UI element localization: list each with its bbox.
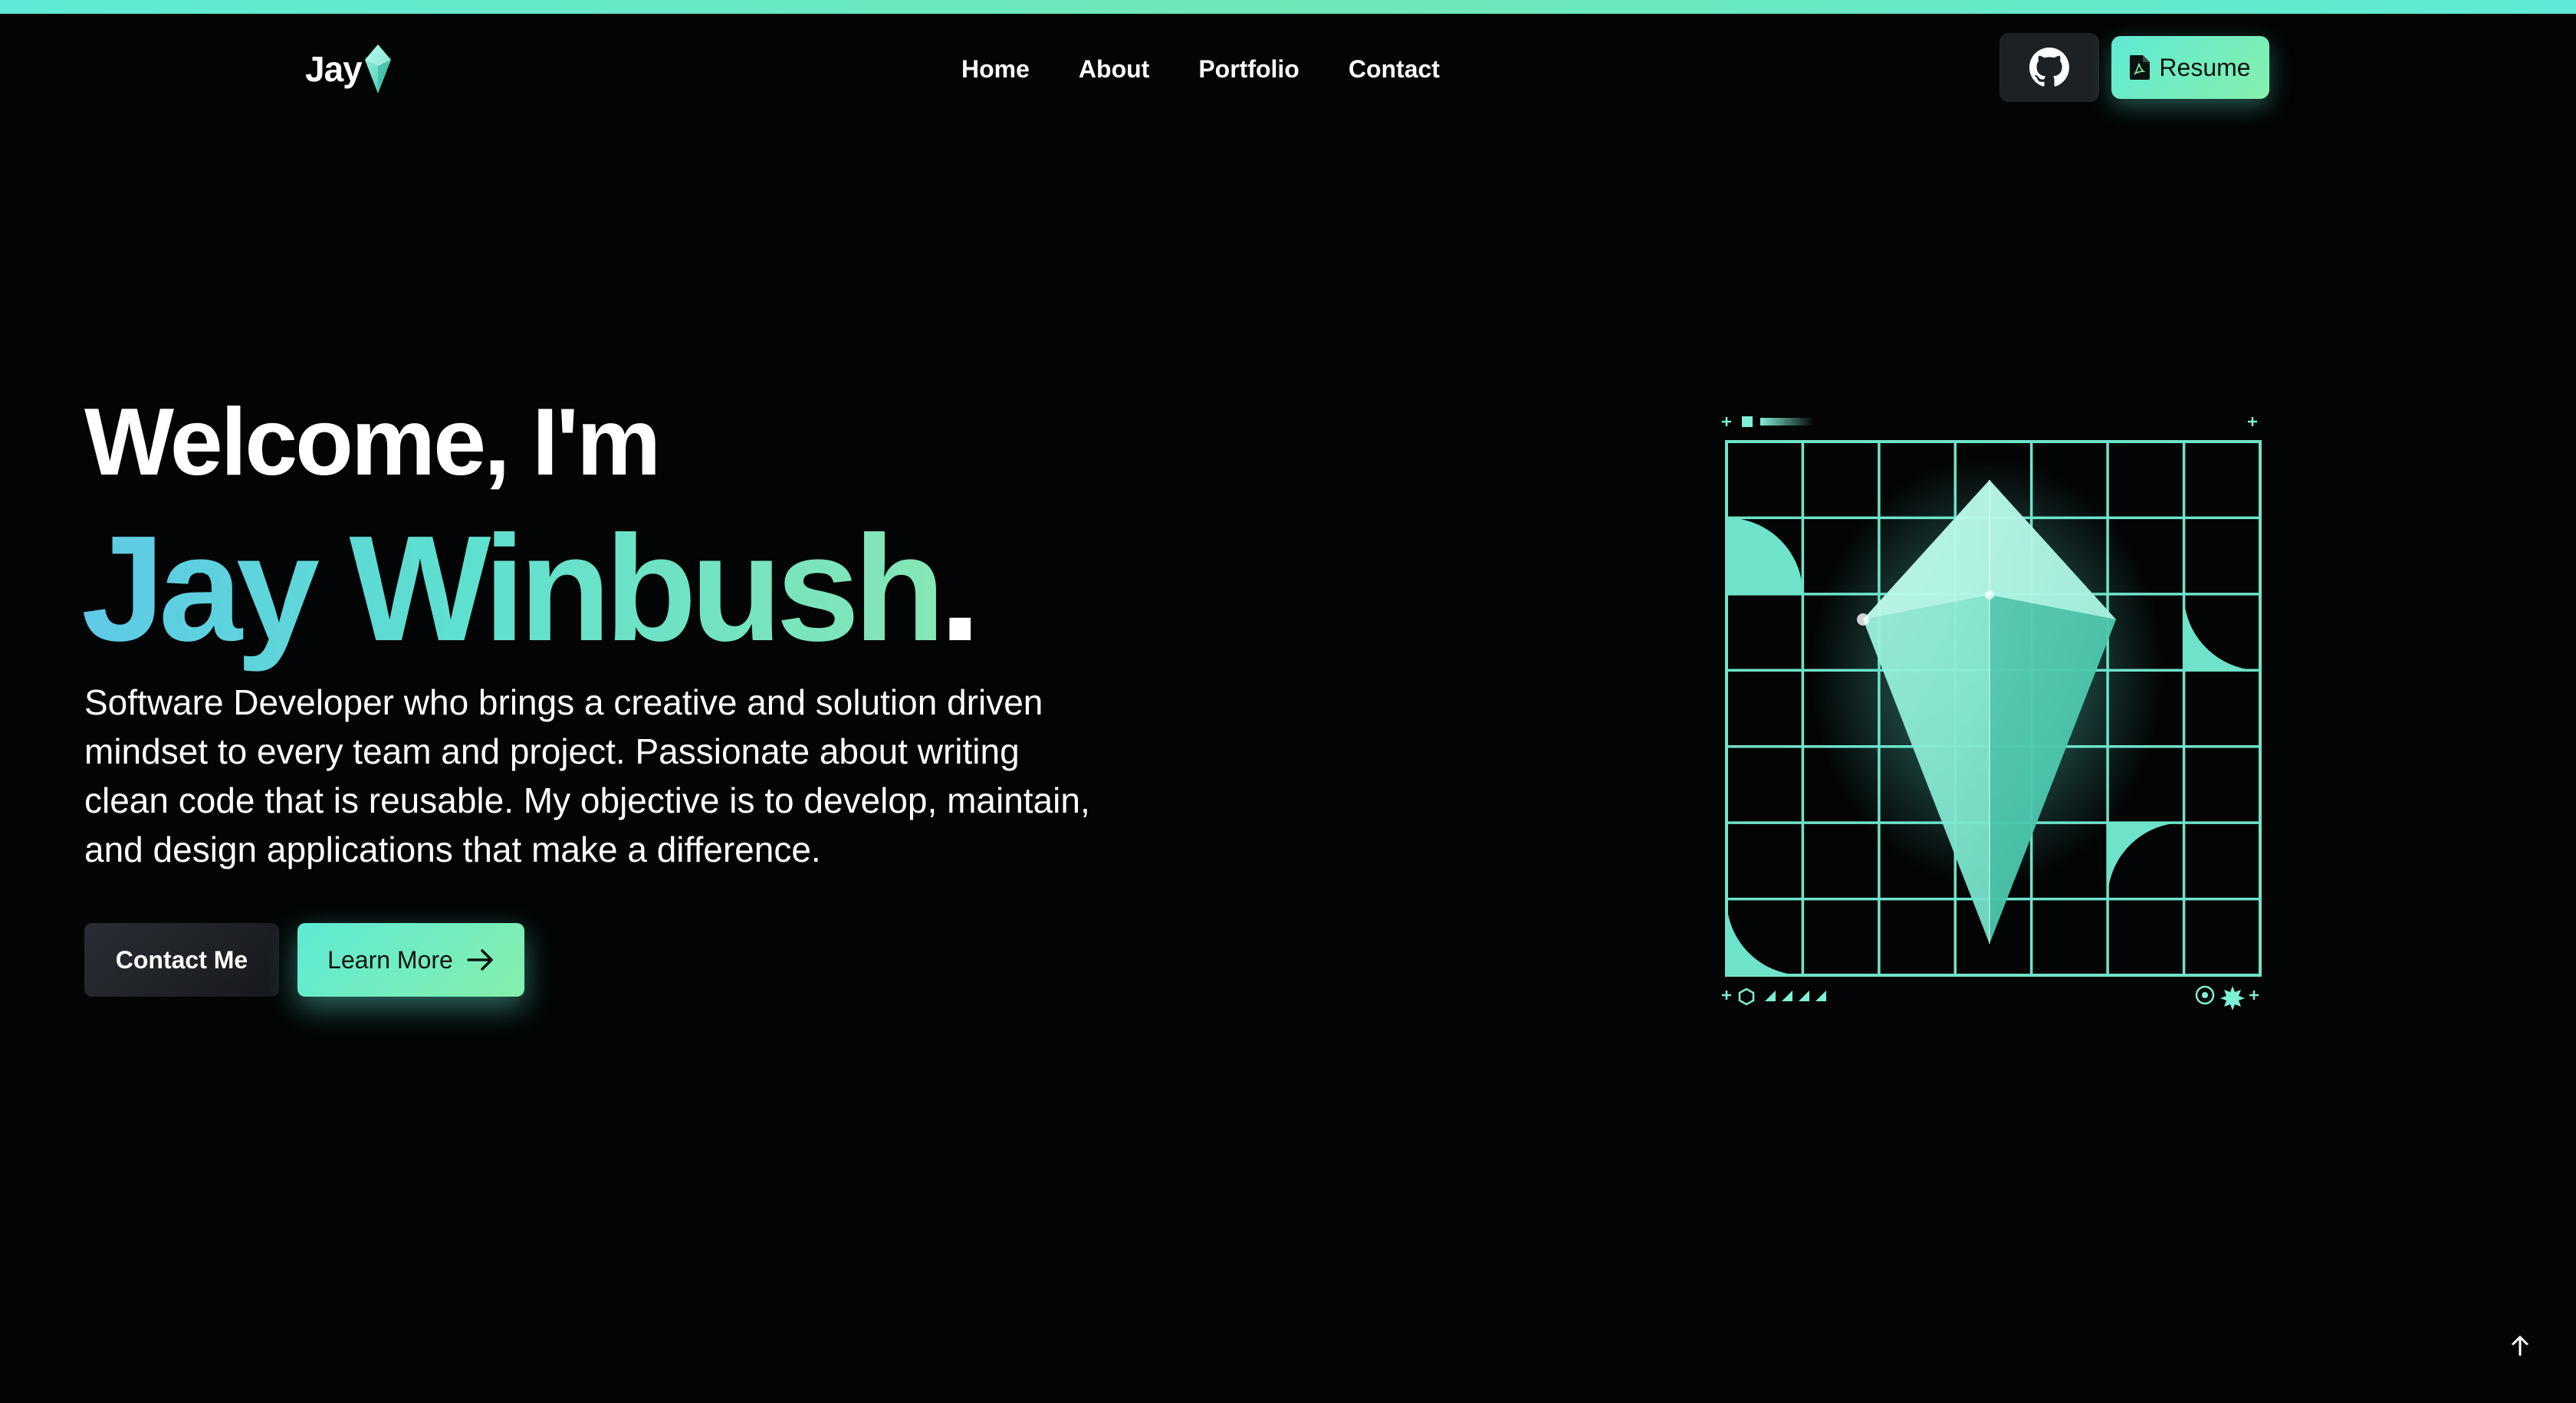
pdf-file-icon: [2130, 55, 2150, 80]
hero-name-text: Jay Winbush: [81, 504, 945, 672]
contact-me-button[interactable]: Contact Me: [84, 923, 279, 997]
arrow-right-icon: [467, 949, 493, 971]
grid: [1725, 440, 2262, 977]
bottom-decoration: [1722, 985, 2259, 1010]
main-nav: Home About Portfolio Contact: [961, 46, 1440, 92]
github-icon: [2029, 48, 2069, 87]
resume-button[interactable]: Resume: [2111, 36, 2269, 99]
resume-label: Resume: [2159, 53, 2251, 81]
hero-description: Software Developer who brings a creative…: [84, 682, 1090, 869]
nav-portfolio[interactable]: Portfolio: [1198, 55, 1300, 84]
crystal-icon: [364, 44, 391, 94]
hero-greeting: Welcome, I'm: [84, 389, 661, 495]
top-decoration: [1722, 416, 2257, 427]
learn-more-button[interactable]: Learn More: [297, 923, 524, 997]
crystal-grid-illustration: [1722, 416, 2262, 1010]
logo-link[interactable]: Jay: [305, 43, 393, 95]
top-accent-bar: [0, 0, 2576, 14]
nav-about[interactable]: About: [1079, 55, 1149, 84]
logo-text: Jay: [305, 49, 363, 89]
github-button[interactable]: [1999, 33, 2099, 102]
nav-home[interactable]: Home: [961, 55, 1030, 84]
back-to-top-button[interactable]: [2507, 1332, 2533, 1359]
nav-contact[interactable]: Contact: [1349, 55, 1440, 84]
contact-me-label: Contact Me: [115, 945, 248, 974]
learn-more-label: Learn More: [327, 945, 453, 974]
hero-name: Jay Winbush.: [81, 514, 981, 664]
hero-name-dot: .: [939, 504, 981, 672]
arrow-up-icon: [2512, 1336, 2528, 1356]
